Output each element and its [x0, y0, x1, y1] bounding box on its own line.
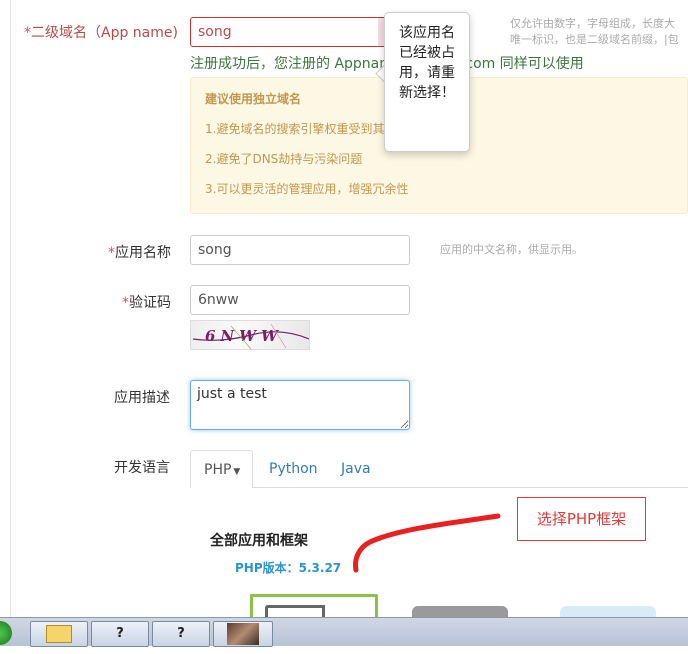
- app-name-label: *二级域名（App name): [24, 25, 178, 41]
- photo-thumbnail: [227, 623, 259, 645]
- help-icon: ?: [177, 626, 185, 641]
- php-version-label: PHP版本：5.3.27: [235, 561, 342, 575]
- description-textarea[interactable]: just a test: [190, 380, 410, 430]
- description-label: 应用描述: [114, 390, 170, 406]
- taskbar-help-button-2[interactable]: ?: [152, 621, 210, 647]
- captcha-input[interactable]: 6nww: [190, 285, 410, 315]
- tab-php[interactable]: PHP ▼: [190, 450, 253, 488]
- taskbar: ? ?: [0, 617, 688, 647]
- annotation-red-stroke: [353, 513, 501, 573]
- taskbar-help-button-1[interactable]: ?: [91, 621, 149, 647]
- folder-icon: [46, 625, 72, 643]
- suggestion-item-2: 2.避免了DNS劫持与污染问题: [205, 152, 363, 166]
- captcha-label: *验证码: [122, 295, 171, 311]
- tab-java[interactable]: Java: [328, 450, 384, 488]
- tab-python[interactable]: Python: [256, 450, 331, 488]
- start-button[interactable]: [0, 621, 12, 645]
- error-popover: 该应用名已经被占用，请重新选择！: [384, 12, 470, 152]
- help-icon: ?: [116, 626, 124, 641]
- annotation-callout: 选择PHP框架: [517, 497, 646, 541]
- chevron-down-icon: ▼: [233, 467, 241, 477]
- display-name-input[interactable]: song: [190, 235, 410, 265]
- taskbar-photo-button[interactable]: [213, 621, 273, 647]
- captcha-image[interactable]: 6NWW: [190, 320, 310, 350]
- captcha-noise-lines: [192, 323, 309, 349]
- taskbar-folder-button[interactable]: [30, 621, 88, 647]
- app-name-hint: 仅允许由数字，字母组成，长度大 唯一标识，也是二级域名前缀，|包: [510, 17, 679, 46]
- app-name-input[interactable]: song: [190, 17, 380, 47]
- display-name-label: *应用名称: [108, 245, 171, 261]
- language-label: 开发语言: [114, 460, 170, 476]
- page-left-border: [10, 0, 11, 620]
- frameworks-heading: 全部应用和框架: [210, 533, 308, 549]
- display-name-hint: 应用的中文名称，供显示用。: [440, 243, 583, 256]
- suggestion-title: 建议使用独立域名: [205, 92, 302, 106]
- language-tabs: PHP ▼ Python Java: [190, 450, 688, 488]
- error-popover-text: 该应用名已经被占用，请重新选择！: [399, 25, 455, 101]
- suggestion-item-3: 3.可以更灵活的管理应用，增强冗余性: [205, 182, 409, 196]
